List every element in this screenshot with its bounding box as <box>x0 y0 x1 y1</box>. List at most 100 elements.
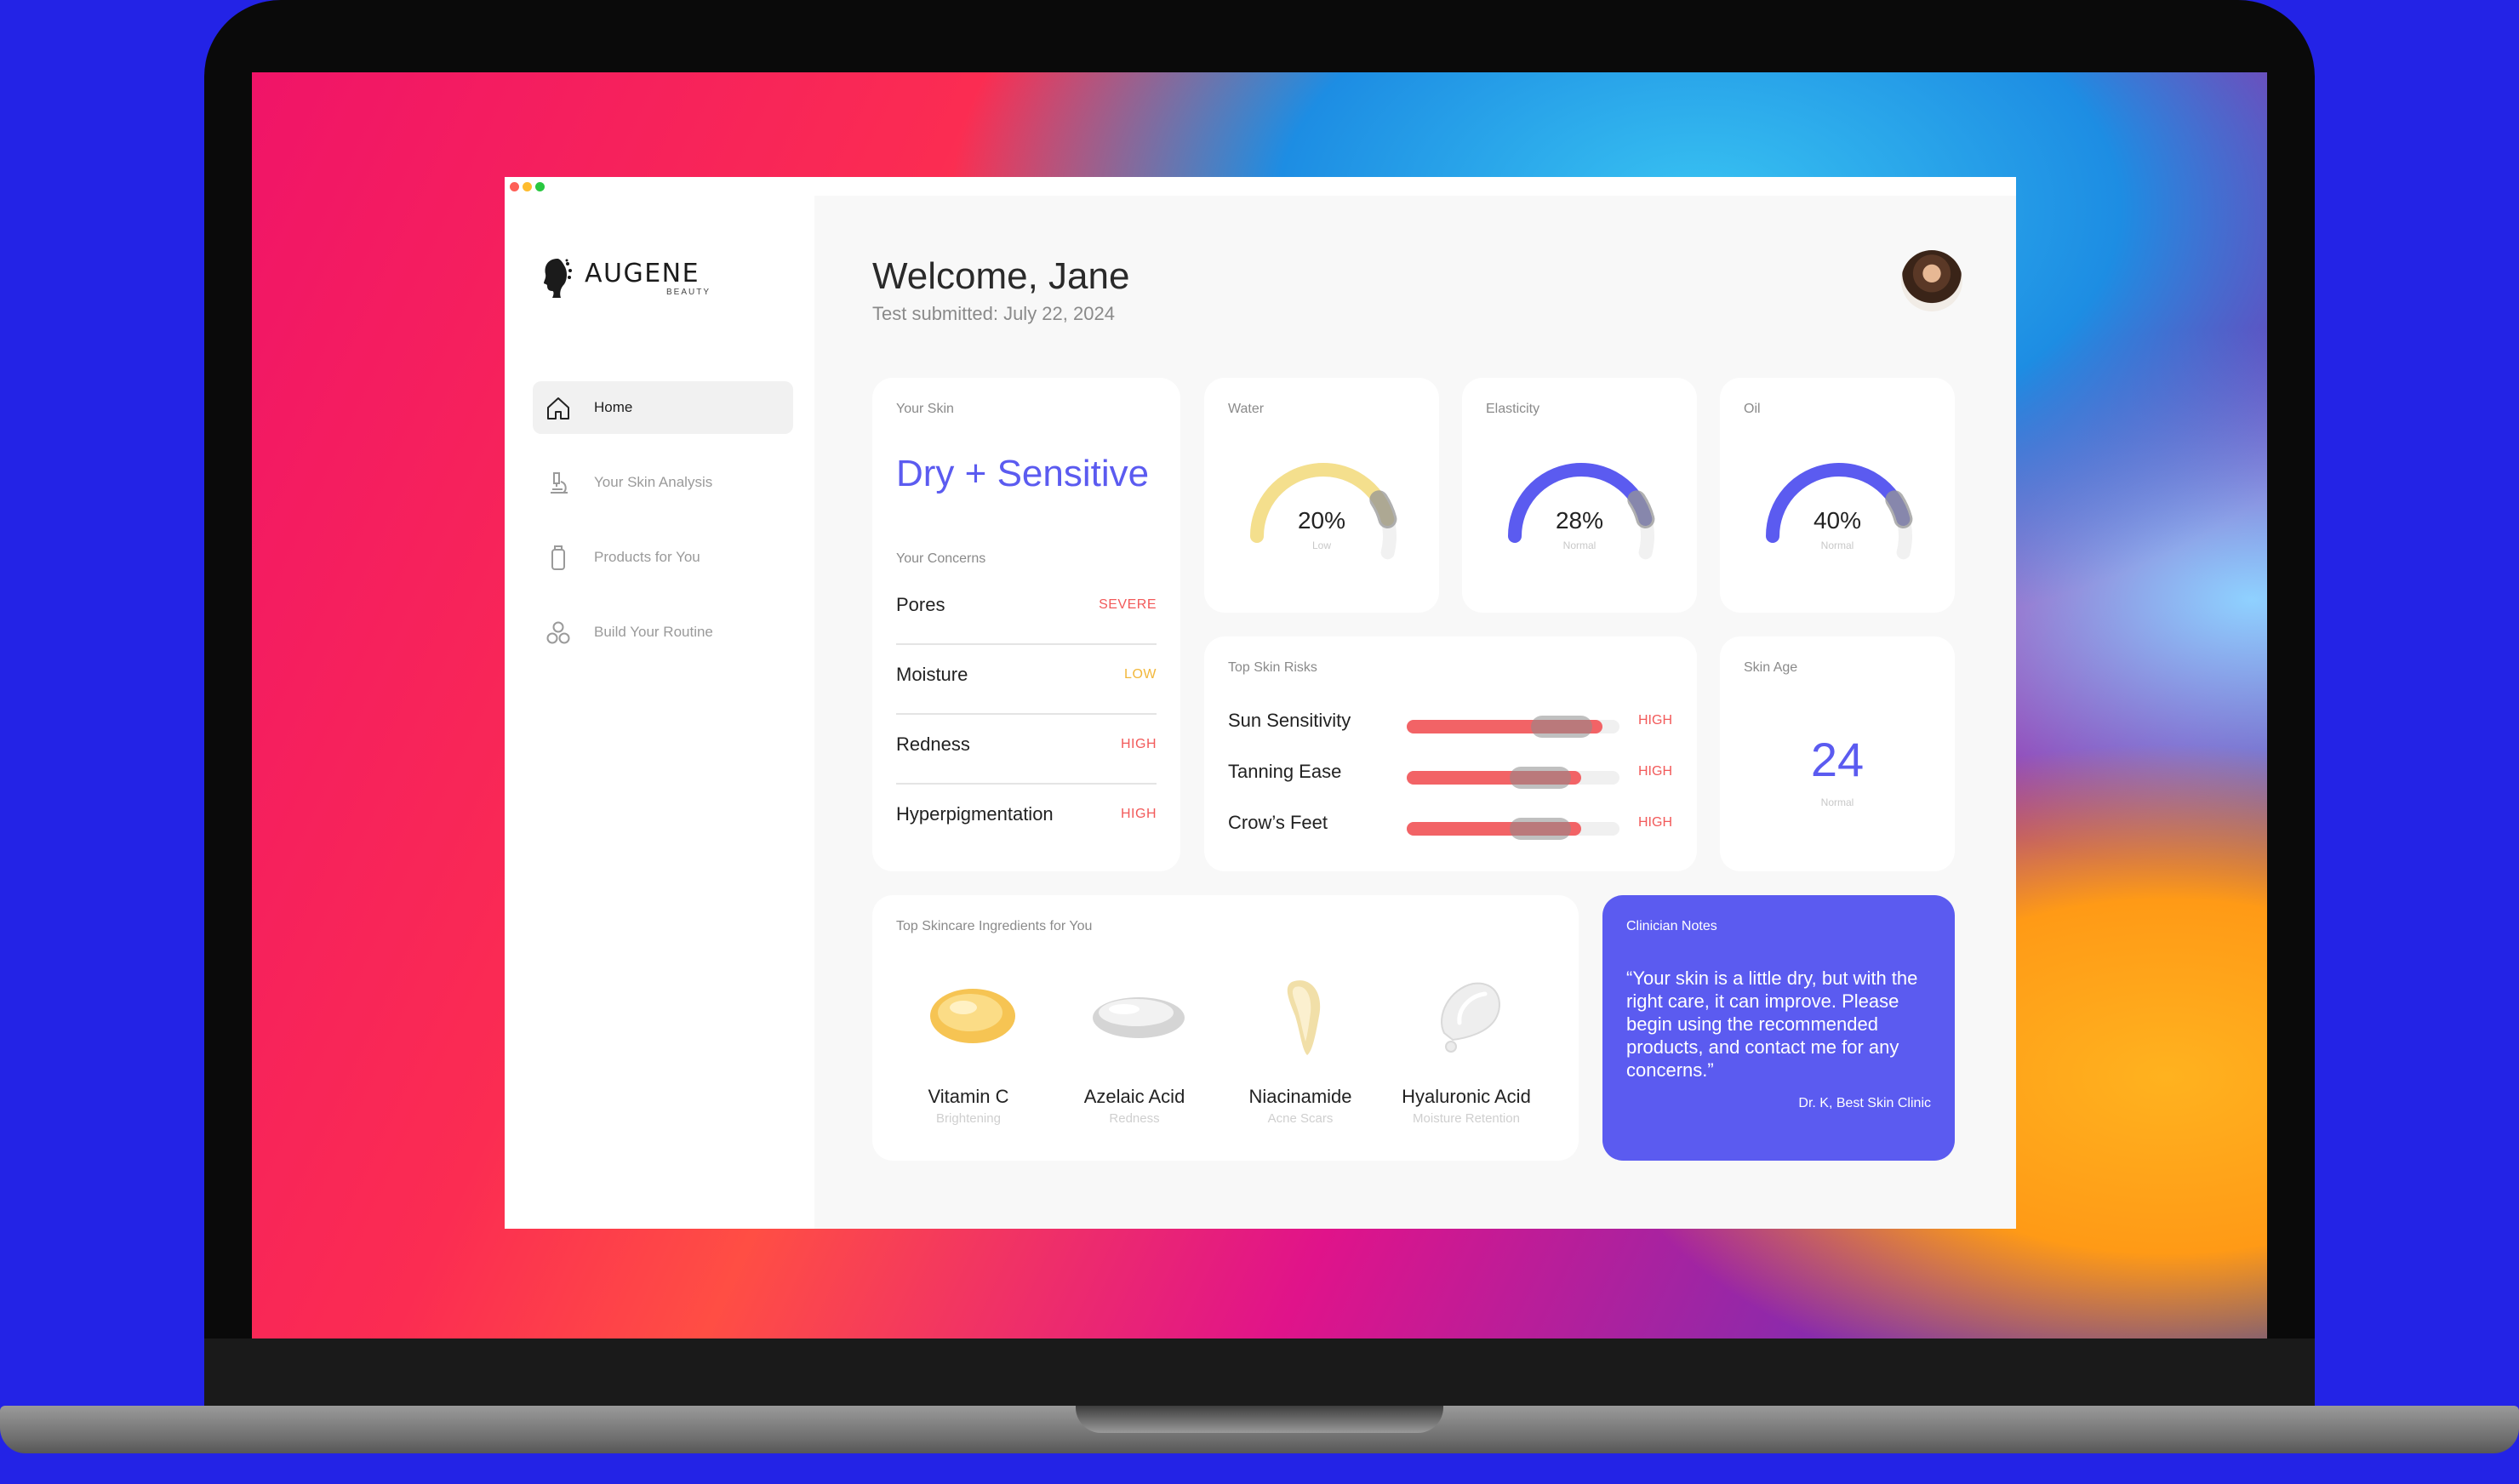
card-title: Skin Age <box>1744 660 1798 675</box>
risk-bar-handle[interactable] <box>1510 818 1571 840</box>
brand-subtitle: BEAUTY <box>666 288 711 297</box>
laptop-notch <box>1076 1406 1443 1433</box>
sidebar-item-label: Home <box>594 399 633 415</box>
risk-row: Crow’s Feet HIGH <box>1228 807 1674 841</box>
concerns-title: Your Concerns <box>896 551 986 566</box>
sidebar-item-home[interactable]: Home <box>533 381 793 434</box>
concern-name: Hyperpigmentation <box>896 803 1054 825</box>
ingredient-name: Vitamin C <box>928 1086 1009 1107</box>
elasticity-card: Elasticity 28% Normal <box>1462 378 1697 613</box>
submission-date: Test submitted: July 22, 2024 <box>872 303 1115 324</box>
risk-bar <box>1407 818 1619 840</box>
app-window: AUGENE BEAUTY Home Your Skin Analysis Pr… <box>505 177 2016 1229</box>
ingredient-item[interactable]: Vitamin C Brightening <box>888 973 1049 1144</box>
title-bar <box>505 177 2016 196</box>
laptop-bezel <box>204 1338 2315 1413</box>
card-title: Water <box>1228 402 1265 416</box>
ingredient-benefit: Acne Scars <box>1267 1111 1334 1126</box>
water-card: Water 20% Low <box>1204 378 1439 613</box>
vitamin-c-swatch-icon <box>930 989 1015 1043</box>
risk-name: Tanning Ease <box>1228 761 1342 782</box>
risk-bar <box>1407 716 1619 738</box>
risk-bar-handle[interactable] <box>1531 716 1592 738</box>
clinician-notes-card: Clinician Notes “Your skin is a little d… <box>1602 895 1955 1161</box>
azelaic-acid-swatch-icon <box>1093 997 1185 1038</box>
oil-card: Oil 40% Normal <box>1720 378 1955 613</box>
skin-age-status: Normal <box>1820 796 1854 808</box>
sidebar-item-label: Build Your Routine <box>594 624 713 640</box>
risk-bar <box>1407 767 1619 789</box>
niacinamide-swatch-icon <box>1287 980 1321 1055</box>
ingredient-item[interactable]: Azelaic Acid Redness <box>1054 973 1215 1144</box>
sidebar-item-label: Your Skin Analysis <box>594 474 713 490</box>
close-window-button[interactable] <box>510 182 519 191</box>
skin-risks-card: Top Skin Risks Sun Sensitivity HIGH Tann… <box>1204 636 1697 871</box>
risk-level-badge: HIGH <box>1638 713 1672 728</box>
concern-name: Moisture <box>896 664 968 685</box>
ingredient-name: Hyaluronic Acid <box>1402 1086 1531 1107</box>
microscope-icon <box>551 472 568 494</box>
card-title: Clinician Notes <box>1626 919 1717 933</box>
clinician-signature: Dr. K, Best Skin Clinic <box>1798 1096 1931 1110</box>
circles-icon <box>546 621 570 644</box>
ingredient-benefit: Redness <box>1109 1111 1160 1126</box>
card-title: Elasticity <box>1486 402 1540 416</box>
card-title: Oil <box>1744 402 1761 416</box>
gauge-status: Low <box>1311 539 1331 551</box>
gauge-status: Normal <box>1820 539 1854 551</box>
hyaluronic-acid-swatch-icon <box>1441 982 1500 1053</box>
brand-name: AUGENE <box>585 259 700 288</box>
gauge-value: 28% <box>1555 507 1604 534</box>
concern-level-badge: LOW <box>1124 667 1157 682</box>
gauge-value: 20% <box>1297 507 1346 534</box>
gauge-value: 40% <box>1813 507 1862 534</box>
page-title: Welcome, Jane <box>872 255 1130 297</box>
ingredient-name: Niacinamide <box>1248 1086 1352 1107</box>
clinician-note-text: “Your skin is a little dry, but with the… <box>1626 967 1918 1081</box>
concern-name: Redness <box>896 733 970 755</box>
ingredient-item[interactable]: Niacinamide Acne Scars <box>1220 973 1381 1144</box>
ingredient-name: Azelaic Acid <box>1083 1086 1185 1107</box>
skin-type: Dry + Sensitive <box>896 453 1150 494</box>
sidebar-item-label: Products for You <box>594 549 700 565</box>
concern-row: Moisture LOW <box>896 645 1157 715</box>
sidebar-item-products[interactable]: Products for You <box>533 531 793 584</box>
your-skin-card: Your Skin Dry + Sensitive Your Concerns … <box>872 378 1180 871</box>
risk-name: Crow’s Feet <box>1228 812 1328 833</box>
concern-row: Hyperpigmentation HIGH <box>896 785 1157 854</box>
sidebar-item-skin-analysis[interactable]: Your Skin Analysis <box>533 456 793 509</box>
bottle-icon <box>551 545 565 570</box>
ingredient-benefit: Moisture Retention <box>1413 1111 1520 1126</box>
risk-level-badge: HIGH <box>1638 815 1672 830</box>
concern-level-badge: SEVERE <box>1099 597 1157 612</box>
concern-level-badge: HIGH <box>1121 737 1157 751</box>
minimize-window-button[interactable] <box>523 182 532 191</box>
ingredient-benefit: Brightening <box>936 1111 1001 1126</box>
brand-logo[interactable]: AUGENE BEAUTY <box>539 255 726 301</box>
risk-bar-handle[interactable] <box>1510 767 1571 789</box>
sidebar-item-routine[interactable]: Build Your Routine <box>533 606 793 659</box>
risk-row: Tanning Ease HIGH <box>1228 756 1674 790</box>
card-title: Your Skin <box>896 402 954 416</box>
risk-level-badge: HIGH <box>1638 764 1672 779</box>
concern-row: Pores SEVERE <box>896 575 1157 645</box>
skin-age-value: 24 <box>1810 733 1865 786</box>
home-icon <box>547 397 569 420</box>
risk-row: Sun Sensitivity HIGH <box>1228 705 1674 739</box>
face-logo-icon <box>544 259 572 298</box>
gauge-status: Normal <box>1562 539 1597 551</box>
card-title: Top Skincare Ingredients for You <box>896 919 1093 933</box>
avatar[interactable] <box>1901 250 1962 311</box>
maximize-window-button[interactable] <box>535 182 545 191</box>
concern-row: Redness HIGH <box>896 715 1157 785</box>
ingredient-item[interactable]: Hyaluronic Acid Moisture Retention <box>1385 973 1547 1144</box>
concern-name: Pores <box>896 594 945 615</box>
ingredients-card: Top Skincare Ingredients for You Vitamin… <box>872 895 1579 1161</box>
sidebar: AUGENE BEAUTY Home Your Skin Analysis Pr… <box>505 196 814 1229</box>
main-content: Welcome, Jane Test submitted: July 22, 2… <box>814 196 2016 1229</box>
card-title: Top Skin Risks <box>1228 660 1317 675</box>
concern-level-badge: HIGH <box>1121 807 1157 821</box>
risk-name: Sun Sensitivity <box>1228 710 1351 731</box>
skin-age-card: Skin Age 24 Normal <box>1720 636 1955 871</box>
sidebar-nav: Home Your Skin Analysis Products for You <box>533 381 793 681</box>
